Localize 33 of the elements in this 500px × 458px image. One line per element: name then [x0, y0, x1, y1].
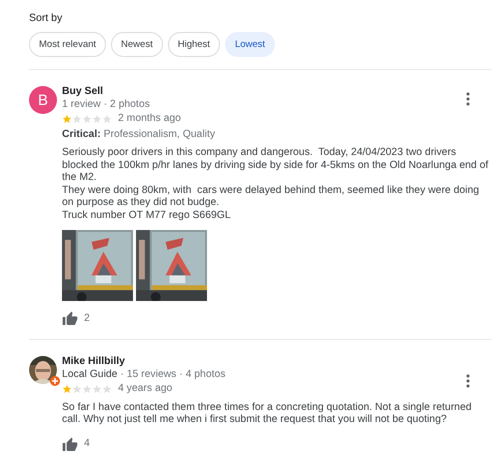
star-icon: [92, 114, 102, 124]
like-count: 4: [84, 438, 90, 451]
sort-label: Sort by: [29, 12, 62, 24]
star-icon: [62, 384, 72, 394]
more-options-icon[interactable]: [466, 374, 470, 388]
review-text: So far I have contacted them three times for a concreting quotation. Not a single returned call. Why not just tell me when i first submit the request that you will not be quoting?: [62, 402, 473, 426]
star-icon: [72, 114, 82, 124]
reviewer-stats: · 15 reviews · 4 photos: [119, 368, 226, 380]
star-icon: [102, 114, 112, 124]
review-time: 4 years ago: [118, 383, 172, 396]
reviewer-name[interactable]: Mike Hillbilly: [62, 356, 125, 368]
reviewer-name[interactable]: Buy Sell: [62, 86, 103, 98]
star-icon: [82, 114, 92, 124]
star-icon: [62, 114, 72, 124]
star-icon: [72, 384, 82, 394]
sort-chip[interactable]: Newest: [111, 32, 163, 57]
review-time: 2 months ago: [118, 113, 181, 126]
local-guide-badge-icon: [50, 376, 60, 386]
local-guide-label: Local Guide: [62, 368, 118, 380]
reviewer-stats: 1 review · 2 photos: [62, 98, 150, 110]
review-text: Seriously poor drivers in this company and dangerous. Today, 24/04/2023 two drivers blocked the 100km p/hr lanes by driving side by side for 4-5kms on the Old Noarlunga end of the M2. They were doing 80km, with cars were delayed behind them, seemed like they were doing on purpose as they did not budge. Truck number OT M77 rego S669GL: [62, 147, 490, 222]
like-count: 2: [84, 312, 90, 326]
thumbs-up-icon[interactable]: [62, 311, 78, 327]
critical-aspects: Critical: Professionalism, Quality: [62, 128, 216, 141]
sort-chip[interactable]: Lowest: [224, 32, 276, 57]
star-icon: [92, 384, 102, 394]
thumbs-up-icon[interactable]: [62, 436, 78, 452]
more-options-icon[interactable]: [466, 92, 470, 106]
star-icon: [82, 384, 92, 394]
avatar[interactable]: B: [29, 86, 57, 114]
star-icon: [102, 384, 112, 394]
sort-chip[interactable]: Highest: [168, 32, 220, 57]
sort-chip[interactable]: Most relevant: [29, 32, 106, 57]
